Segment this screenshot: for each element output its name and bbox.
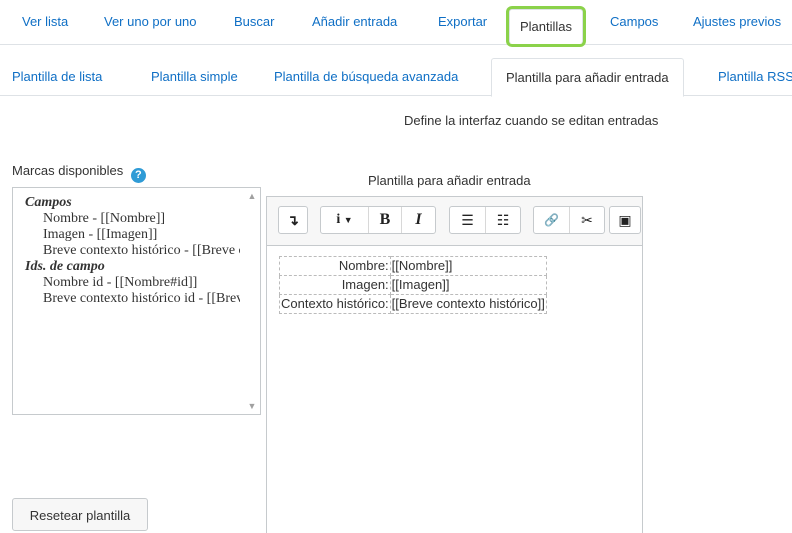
table-row: Nombre: [[Nombre]]	[279, 256, 547, 276]
row-label: Imagen:	[279, 275, 391, 295]
tab-campos[interactable]: Campos	[610, 0, 658, 44]
editor-toolbar: ↴ i ▼ B I ☰ ☷ 🔗 ✂ ▣	[267, 197, 642, 246]
table-row: Imagen: [[Imagen]]	[279, 275, 547, 295]
image-icon[interactable]: ▣	[610, 207, 640, 233]
unordered-list-icon[interactable]: ☰	[450, 207, 485, 233]
editor-content[interactable]: Nombre: [[Nombre]] Imagen: [[Imagen]] Co…	[279, 256, 547, 314]
row-tag: [[Imagen]]	[389, 275, 547, 295]
tab-plantillas[interactable]: Plantillas	[509, 9, 584, 44]
toolbar-group-media: ▣	[609, 206, 641, 234]
available-tags-list[interactable]: Campos Nombre - [[Nombre]] Imagen - [[Im…	[12, 187, 261, 415]
tab-plantilla-rss[interactable]: Plantilla RSS	[718, 58, 792, 95]
list-scrollbar[interactable]: ▲ ▼	[244, 188, 260, 414]
collapse-toolbar-icon[interactable]: ↴	[279, 207, 307, 233]
template-table: Nombre: [[Nombre]] Imagen: [[Imagen]] Co…	[279, 256, 547, 314]
link-icon[interactable]: 🔗	[534, 207, 569, 233]
tag-option[interactable]: Nombre - [[Nombre]]	[25, 211, 240, 227]
bold-button[interactable]: B	[368, 207, 401, 233]
paragraph-styles-icon[interactable]: i ▼	[321, 207, 368, 233]
row-tag: [[Breve contexto histórico]]	[389, 294, 547, 314]
tag-option[interactable]: Breve contexto histórico id - [[Breve co…	[25, 291, 240, 307]
question-circle-icon[interactable]: ?	[130, 168, 146, 183]
tab-exportar[interactable]: Exportar	[438, 0, 487, 44]
tag-option[interactable]: Breve contexto histórico - [[Breve conte…	[25, 243, 240, 259]
editor-label: Plantilla para añadir entrada	[368, 173, 531, 188]
row-label: Contexto histórico:	[279, 294, 391, 314]
available-tags-label: Marcas disponibles ?	[12, 163, 146, 183]
info-icon: i	[336, 212, 341, 227]
unlink-icon[interactable]: ✂	[569, 207, 604, 233]
template-editor[interactable]: ↴ i ▼ B I ☰ ☷ 🔗 ✂ ▣ Nombre: [[Nombre]] I…	[266, 196, 643, 533]
scroll-down-icon[interactable]: ▼	[247, 401, 257, 411]
tag-group-ids: Ids. de campo	[25, 259, 105, 274]
chevron-down-icon: ▼	[343, 215, 353, 225]
tag-option[interactable]: Imagen - [[Imagen]]	[25, 227, 240, 243]
toolbar-group-lists: ☰ ☷	[449, 206, 521, 234]
tab-ver-lista[interactable]: Ver lista	[22, 0, 68, 44]
tab-plantilla-anadir-entrada[interactable]: Plantilla para añadir entrada	[491, 58, 684, 97]
template-description: Define la interfaz cuando se editan entr…	[404, 113, 659, 128]
tab-buscar[interactable]: Buscar	[234, 0, 274, 44]
ordered-list-icon[interactable]: ☷	[485, 207, 520, 233]
tab-plantilla-simple[interactable]: Plantilla simple	[151, 58, 238, 95]
reset-template-button[interactable]: Resetear plantilla	[12, 498, 148, 531]
available-tags-title: Marcas disponibles	[12, 163, 124, 178]
toolbar-group-collapse: ↴	[278, 206, 308, 234]
tag-option[interactable]: Nombre id - [[Nombre#id]]	[25, 275, 240, 291]
template-subnav: Plantilla de lista Plantilla simple Plan…	[0, 58, 792, 97]
scroll-up-icon[interactable]: ▲	[247, 191, 257, 201]
row-label: Nombre:	[279, 256, 391, 276]
tag-group-campos: Campos	[25, 195, 72, 210]
row-tag: [[Nombre]]	[389, 256, 547, 276]
top-nav: Ver lista Ver uno por uno Buscar Añadir …	[0, 0, 792, 45]
tab-plantilla-lista[interactable]: Plantilla de lista	[12, 58, 102, 95]
toolbar-group-links: 🔗 ✂	[533, 206, 605, 234]
toolbar-group-format: i ▼ B I	[320, 206, 436, 234]
tab-plantilla-busqueda-avanzada[interactable]: Plantilla de búsqueda avanzada	[274, 58, 458, 95]
tab-ajustes-previos[interactable]: Ajustes previos	[693, 0, 781, 44]
tab-ver-uno-por-uno[interactable]: Ver uno por uno	[104, 0, 197, 44]
italic-button[interactable]: I	[401, 207, 435, 233]
tab-anadir-entrada[interactable]: Añadir entrada	[312, 0, 397, 44]
table-row: Contexto histórico: [[Breve contexto his…	[279, 294, 547, 314]
